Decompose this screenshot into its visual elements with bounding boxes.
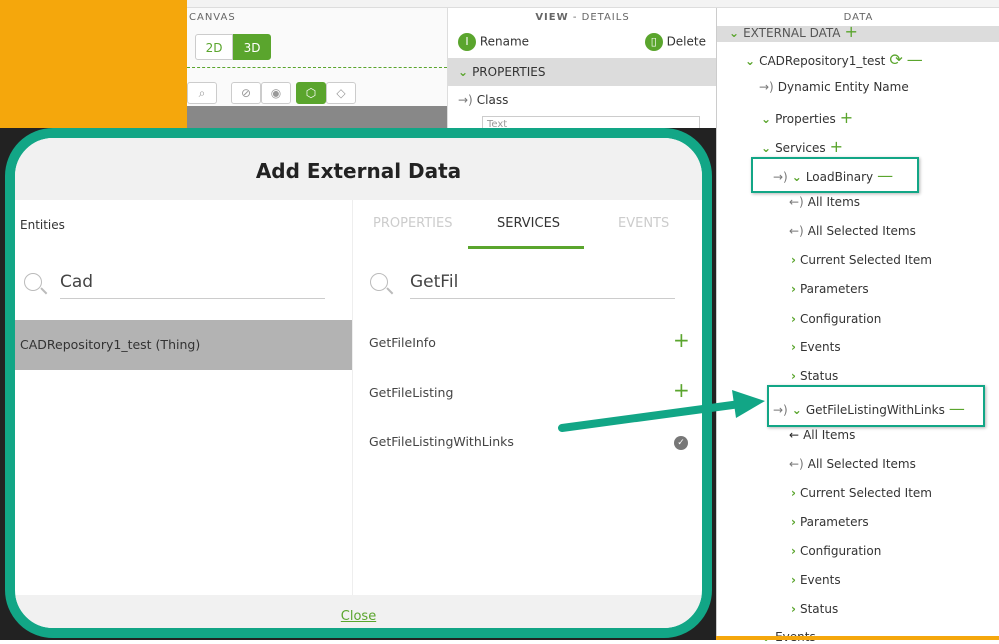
annotation-arrow <box>558 390 765 432</box>
